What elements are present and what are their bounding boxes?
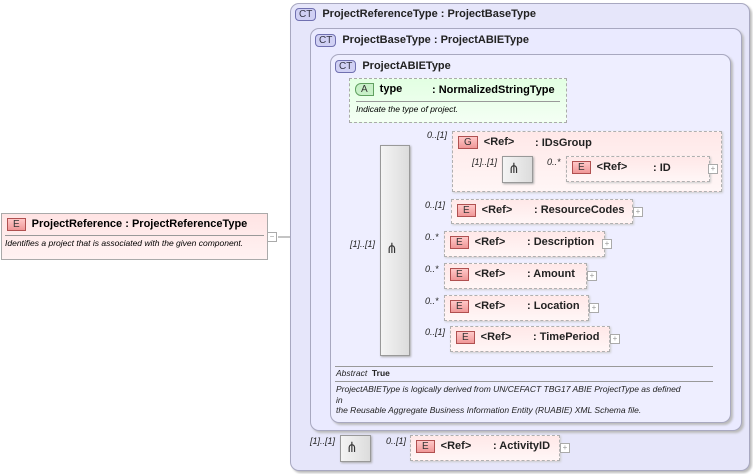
expand-toggle[interactable]: + xyxy=(633,207,643,217)
root-name: ProjectReference xyxy=(31,218,123,230)
element-cardinality: 0..* xyxy=(425,296,439,306)
element-ref: <Ref> xyxy=(481,204,513,216)
element-ref: <Ref> xyxy=(596,161,628,173)
sequence-cardinality: [1]..[1] xyxy=(350,239,376,249)
element-name: : Location xyxy=(527,300,580,312)
ct-badge: CT xyxy=(335,60,357,73)
note-line: ProjectABIEType is logically derived fro… xyxy=(336,384,681,394)
element-description[interactable]: E <Ref> : Description xyxy=(444,231,605,257)
element-badge: E xyxy=(450,268,469,281)
element-cardinality: 0..[1] xyxy=(425,327,446,337)
abstract-label: Abstract xyxy=(336,368,368,378)
ct-badge: CT xyxy=(295,8,317,21)
element-badge: E xyxy=(450,236,469,249)
ct2-base: : ProjectABIEType xyxy=(433,34,530,46)
note-line: in xyxy=(336,394,343,405)
root-element[interactable]: E ProjectReference : ProjectReferenceType… xyxy=(1,213,268,260)
group-name: : IDsGroup xyxy=(535,137,592,149)
group-badge: G xyxy=(458,136,478,149)
element-badge: E xyxy=(450,300,469,313)
activityid-cardinality: 0..[1] xyxy=(386,436,407,446)
ct-badge: CT xyxy=(315,34,337,47)
root-type: : ProjectReferenceType xyxy=(125,218,248,230)
expand-toggle[interactable]: + xyxy=(560,443,570,453)
element-badge: E xyxy=(456,331,475,344)
sequence-icon: ⋔ xyxy=(508,160,520,176)
element-ref: <Ref> xyxy=(440,440,472,452)
group-cardinality: 0..[1] xyxy=(427,130,448,140)
attribute-name: type xyxy=(379,83,403,95)
expand-toggle[interactable]: + xyxy=(589,303,599,313)
ct1-base: : ProjectBaseType xyxy=(440,8,536,20)
note-line: the Reusable Aggregate Business Informat… xyxy=(336,405,642,415)
element-badge: E xyxy=(416,440,435,453)
element-ref: <Ref> xyxy=(480,331,512,343)
sequence-icon: ⋔ xyxy=(346,439,358,455)
element-activityid[interactable]: E <Ref> : ActivityID xyxy=(410,435,560,461)
element-ref: <Ref> xyxy=(474,236,506,248)
ct1-name: ProjectReferenceType xyxy=(322,8,438,20)
divider xyxy=(335,381,713,382)
element-badge: E xyxy=(572,161,591,174)
sequence-icon: ⋔ xyxy=(386,240,398,256)
element-id[interactable]: E <Ref> : ID xyxy=(566,156,710,182)
attribute-type-name: : NormalizedStringType xyxy=(432,84,555,96)
element-name: : ResourceCodes xyxy=(534,204,625,216)
divider xyxy=(335,366,713,367)
element-name: : ID xyxy=(653,162,671,174)
element-ref: <Ref> xyxy=(474,268,506,280)
expand-toggle[interactable]: + xyxy=(587,271,597,281)
element-timeperiod[interactable]: E <Ref> : TimePeriod xyxy=(450,326,610,352)
element-location[interactable]: E <Ref> : Location xyxy=(444,295,589,321)
element-cardinality: 0..* xyxy=(425,264,439,274)
group-sequence-cardinality: [1]..[1] xyxy=(472,157,498,167)
expand-toggle[interactable]: + xyxy=(708,164,718,174)
group-ref: <Ref> xyxy=(483,136,515,148)
element-name: : ActivityID xyxy=(493,440,551,452)
element-ref: <Ref> xyxy=(474,300,506,312)
element-name: : Description xyxy=(527,236,595,248)
ct2-name: ProjectBaseType xyxy=(342,34,431,46)
element-resourcecodes[interactable]: E <Ref> : ResourceCodes xyxy=(451,199,633,224)
root-description: Identifies a project that is associated … xyxy=(5,235,264,248)
element-badge: E xyxy=(7,218,26,231)
bottom-sequence-cardinality: [1]..[1] xyxy=(310,436,336,446)
element-name: : TimePeriod xyxy=(533,331,600,343)
abie-note: ProjectABIEType is logically derived fro… xyxy=(336,384,716,416)
attribute-description: Indicate the type of project. xyxy=(356,101,560,114)
attribute-type[interactable]: Atype : NormalizedStringType Indicate the… xyxy=(349,78,567,123)
expand-toggle[interactable]: + xyxy=(602,239,612,249)
element-badge: E xyxy=(457,204,476,217)
attribute-badge: A xyxy=(355,83,374,96)
element-name: : Amount xyxy=(527,268,575,280)
ct3-name: ProjectABIEType xyxy=(362,60,451,72)
id-cardinality: 0..* xyxy=(547,157,561,167)
collapse-toggle[interactable]: − xyxy=(267,232,277,242)
element-cardinality: 0..* xyxy=(425,232,439,242)
element-amount[interactable]: E <Ref> : Amount xyxy=(444,263,587,289)
element-cardinality: 0..[1] xyxy=(425,200,446,210)
abstract-value: True xyxy=(371,368,390,378)
expand-toggle[interactable]: + xyxy=(610,334,620,344)
